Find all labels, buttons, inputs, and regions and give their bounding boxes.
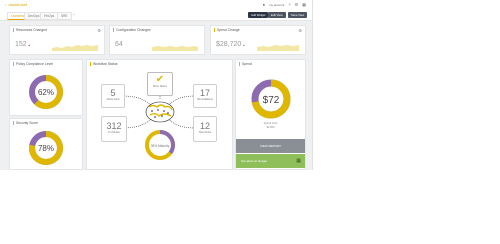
policy-donut: 62% bbox=[29, 75, 63, 109]
save-view-button[interactable]: Save View bbox=[288, 12, 308, 18]
remediations-box[interactable]: 17 Remediations bbox=[193, 84, 217, 108]
add-widget-button[interactable]: Add Widget bbox=[248, 12, 269, 18]
policy-value: 62% bbox=[38, 88, 54, 97]
metric-value-text: $28,720 bbox=[216, 41, 242, 48]
metric-card-config: Configuration Changes 64 bbox=[109, 25, 205, 55]
tab-bar: Overview DevOps FinOps SRE + Add Widget … bbox=[0, 11, 312, 21]
remediations-value: 17 bbox=[199, 88, 210, 98]
delta-icon: ▲ bbox=[242, 43, 246, 47]
gear-icon[interactable]: ⚙ bbox=[97, 28, 101, 33]
gear-icon[interactable]: ⚙ bbox=[295, 2, 299, 7]
new-rules-box[interactable]: 12 New Rules bbox=[193, 116, 217, 142]
checkmark-icon: ✔ bbox=[155, 74, 165, 85]
policy-compliance-card: Policy Compliance Level 62% bbox=[9, 59, 83, 116]
alerts-sent-value: 5 bbox=[110, 88, 116, 98]
title-marker bbox=[13, 62, 14, 66]
rules-value: 312 bbox=[106, 121, 122, 131]
metric-value-text: 152 bbox=[15, 41, 27, 48]
workflow-status-card: Workflow Status 5 Alerts Sent ✔ Drive St… bbox=[86, 59, 233, 170]
tab-finops[interactable]: FinOps bbox=[40, 12, 59, 20]
budget-alert-bar[interactable]: Set alerts at budget ▦ bbox=[236, 154, 305, 168]
drive-status-box[interactable]: ✔ Drive Status bbox=[147, 72, 173, 96]
sparkline bbox=[257, 45, 299, 51]
spend-caption-value: $2,500 bbox=[266, 126, 275, 129]
delta-up-icon: ▲ bbox=[27, 43, 31, 47]
spend-donut: $72 bbox=[251, 79, 291, 119]
security-donut: 78% bbox=[29, 131, 63, 165]
sparkline bbox=[152, 46, 198, 51]
remediations-label: Remediations bbox=[197, 98, 213, 101]
brand[interactable]: ‹ dashboard bbox=[5, 2, 27, 7]
sparkline bbox=[52, 45, 98, 51]
tab-add[interactable]: + bbox=[70, 12, 78, 18]
metric-value-text: 64 bbox=[115, 41, 123, 48]
title-marker bbox=[113, 28, 114, 32]
metric-value: 64 bbox=[115, 41, 123, 48]
top-right-icons: ● my account ? ⚙ ▦ bbox=[263, 2, 306, 7]
title-marker bbox=[13, 121, 14, 125]
edit-view-button[interactable]: Edit View bbox=[268, 12, 286, 18]
dashboard-app: ‹ dashboard ● my account ? ⚙ ▦ Overview … bbox=[0, 0, 313, 170]
user-label[interactable]: my account bbox=[269, 3, 284, 7]
gear-icon[interactable]: ⚙ bbox=[298, 28, 302, 33]
metric-title: Resources Changed bbox=[16, 28, 47, 32]
card-title: Resources Changed bbox=[13, 28, 47, 32]
metric-value: 152▲ bbox=[15, 41, 31, 48]
card-title: Policy Compliance Level bbox=[13, 62, 53, 66]
spend-card: Spend $72 Spend Limit $2,500 VIEW REPORT… bbox=[235, 59, 306, 170]
user-icon[interactable]: ● bbox=[263, 2, 265, 7]
spend-value: $72 bbox=[263, 95, 280, 106]
metric-card-spend: Spend Change ⚙ $28,720▲ bbox=[210, 25, 306, 55]
drive-status-label: Drive Status bbox=[152, 85, 168, 88]
view-report-button[interactable]: VIEW REPORT bbox=[236, 139, 305, 153]
new-rules-value: 12 bbox=[199, 121, 210, 131]
title-marker bbox=[13, 28, 14, 32]
alerts-sent-label: Alerts Sent bbox=[106, 98, 120, 101]
card-title: Configuration Changes bbox=[113, 28, 151, 32]
maturity-donut: 35% Maturity bbox=[145, 130, 175, 160]
metric-value: $28,720▲ bbox=[216, 41, 245, 48]
rules-label: # of Rules bbox=[108, 131, 120, 134]
app-title: dashboard bbox=[8, 2, 28, 7]
rules-box[interactable]: 312 # of Rules bbox=[101, 116, 127, 142]
title-marker bbox=[239, 62, 240, 66]
card-title-text: Policy Compliance Level bbox=[16, 62, 53, 66]
card-title: Spend bbox=[239, 62, 252, 66]
help-icon[interactable]: ? bbox=[288, 2, 290, 7]
card-title-text: Spend bbox=[242, 62, 252, 66]
grid-icon[interactable]: ▦ bbox=[302, 2, 306, 7]
security-value: 78% bbox=[38, 144, 54, 153]
card-title: Spend Change bbox=[214, 28, 240, 32]
spend-caption: Spend Limit bbox=[263, 122, 278, 125]
alerts-sent-box[interactable]: 5 Alerts Sent bbox=[101, 84, 125, 108]
card-title-text: Security Score bbox=[16, 121, 39, 125]
new-rules-label: New Rules bbox=[198, 131, 212, 134]
calendar-icon[interactable]: ▦ bbox=[296, 154, 301, 168]
maturity-label: 35% Maturity bbox=[151, 144, 170, 148]
card-title: Security Score bbox=[13, 121, 38, 125]
metric-title: Configuration Changes bbox=[116, 28, 151, 32]
budget-alert-label: Set alerts at budget bbox=[241, 159, 268, 163]
metric-card-resources: Resources Changed ⚙ 152▲ bbox=[9, 25, 105, 55]
security-score-card: Security Score 78% bbox=[9, 118, 83, 170]
title-marker bbox=[214, 28, 215, 32]
back-chevron-icon[interactable]: ‹ bbox=[5, 2, 6, 7]
metric-title: Spend Change bbox=[217, 28, 240, 32]
